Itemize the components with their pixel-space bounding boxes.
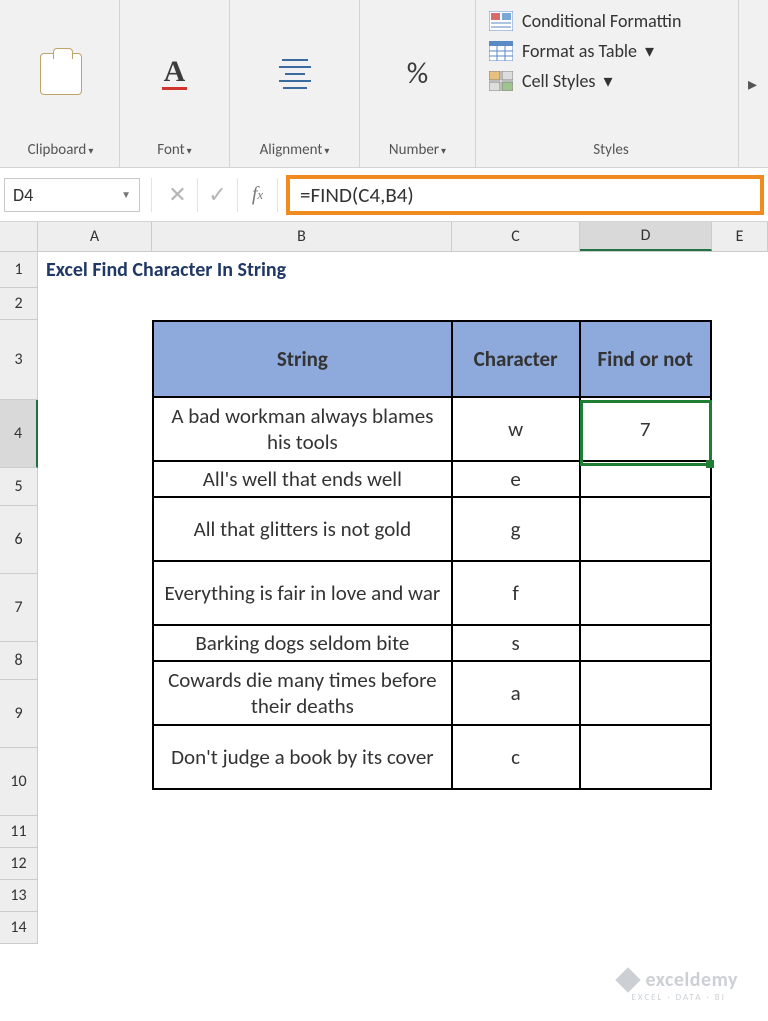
percent-icon: %: [407, 55, 428, 92]
format-as-table-button[interactable]: Format as Table ▾: [488, 40, 681, 62]
column-header-b[interactable]: B: [152, 222, 452, 251]
number-format-button[interactable]: %: [388, 55, 448, 92]
row-header[interactable]: 14: [0, 912, 38, 944]
column-headers: A B C D E: [0, 222, 768, 252]
ribbon-label-font: Font: [157, 141, 184, 159]
cancel-formula-button[interactable]: ✕: [158, 178, 198, 212]
spreadsheet-grid: A B C D E 1 2 3 4 5 6 7 8 9 10 11 12 13 …: [0, 222, 768, 944]
header-character[interactable]: Character: [452, 321, 580, 397]
watermark-sub: EXCEL · DATA · BI: [632, 992, 726, 1003]
ribbon-label-clipboard: Clipboard: [28, 141, 87, 159]
paste-button[interactable]: [31, 53, 91, 95]
cell-string[interactable]: A bad workman always blames his tools: [153, 397, 452, 461]
cell-char[interactable]: w: [452, 397, 580, 461]
format-as-table-icon: [488, 40, 514, 62]
watermark: exceldemy EXCEL · DATA · BI: [619, 968, 738, 1003]
ribbon-label-alignment: Alignment: [260, 141, 323, 159]
conditional-formatting-label: Conditional Formattin: [522, 10, 681, 32]
alignment-button[interactable]: [265, 59, 325, 89]
row-header[interactable]: 11: [0, 816, 38, 848]
cell-string[interactable]: All's well that ends well: [153, 461, 452, 497]
separator: [140, 178, 152, 212]
formula-input-highlight: =FIND(C4,B4): [286, 175, 764, 215]
row-header[interactable]: 7: [0, 574, 38, 642]
cell-char[interactable]: e: [452, 461, 580, 497]
format-as-table-label: Format as Table: [522, 40, 637, 62]
alignment-icon: [279, 59, 311, 89]
data-table: String Character Find or not A bad workm…: [152, 320, 712, 790]
cell-find[interactable]: [580, 461, 711, 497]
sheet-title: Excel Find Character In String: [38, 252, 768, 288]
ribbon-group-styles: Conditional Formattin Format as Table ▾ …: [476, 0, 738, 167]
select-all-corner[interactable]: [0, 222, 38, 251]
cells-area[interactable]: Excel Find Character In String String Ch…: [38, 252, 768, 944]
column-header-c[interactable]: C: [452, 222, 580, 251]
enter-formula-button[interactable]: ✓: [198, 178, 238, 212]
ribbon-group-number: % Number▾: [360, 0, 476, 167]
clipboard-icon: [40, 53, 82, 95]
insert-function-button[interactable]: fx: [238, 178, 278, 212]
ribbon-group-font: A Font▾: [120, 0, 230, 167]
chevron-down-icon[interactable]: ▾: [187, 144, 192, 157]
ribbon-label-number: Number: [389, 141, 439, 159]
cell-find[interactable]: [580, 561, 711, 625]
header-string[interactable]: String: [153, 321, 452, 397]
formula-input[interactable]: =FIND(C4,B4): [300, 182, 414, 208]
cell-char[interactable]: g: [452, 497, 580, 561]
row-headers: 1 2 3 4 5 6 7 8 9 10 11 12 13 14: [0, 252, 38, 944]
ribbon-label-styles: Styles: [488, 139, 734, 163]
row-header[interactable]: 6: [0, 506, 38, 574]
chevron-down-icon[interactable]: ▾: [88, 144, 93, 157]
cell-char[interactable]: c: [452, 725, 580, 789]
font-color-button[interactable]: A: [145, 57, 205, 90]
row-header[interactable]: 8: [0, 642, 38, 680]
ribbon: Clipboard▾ A Font▾ Alignment▾ %: [0, 0, 768, 168]
chevron-down-icon[interactable]: ▾: [324, 144, 329, 157]
ribbon-scroll-right[interactable]: ▸: [738, 0, 766, 167]
row-header[interactable]: 13: [0, 880, 38, 912]
row-header[interactable]: 9: [0, 680, 38, 748]
cell-string[interactable]: Barking dogs seldom bite: [153, 625, 452, 661]
chevron-down-icon: ▾: [645, 40, 654, 62]
cell-find[interactable]: [580, 497, 711, 561]
cell-find[interactable]: [580, 661, 711, 725]
row-header[interactable]: 5: [0, 468, 38, 506]
chevron-down-icon[interactable]: ▾: [441, 144, 446, 157]
logo-icon: [616, 967, 641, 992]
cell-string[interactable]: Don't judge a book by its cover: [153, 725, 452, 789]
cell-styles-label: Cell Styles: [522, 70, 595, 92]
row-header[interactable]: 10: [0, 748, 38, 816]
chevron-down-icon[interactable]: ▼: [121, 188, 131, 201]
cell-char[interactable]: a: [452, 661, 580, 725]
cell-styles-icon: [488, 70, 514, 92]
watermark-brand: exceldemy: [645, 968, 738, 992]
ribbon-group-clipboard: Clipboard▾: [2, 0, 120, 167]
cell-string[interactable]: Cowards die many times before their deat…: [153, 661, 452, 725]
chevron-down-icon: ▾: [603, 70, 612, 92]
font-icon: A: [162, 57, 188, 90]
cell-styles-button[interactable]: Cell Styles ▾: [488, 70, 681, 92]
cell-find[interactable]: 7: [580, 397, 711, 461]
column-header-a[interactable]: A: [38, 222, 152, 251]
row-header[interactable]: 3: [0, 320, 38, 400]
row-header[interactable]: 4: [0, 400, 38, 468]
column-header-d[interactable]: D: [580, 222, 712, 251]
ribbon-group-alignment: Alignment▾: [230, 0, 360, 167]
row-header[interactable]: 1: [0, 252, 38, 288]
header-find[interactable]: Find or not: [580, 321, 711, 397]
row-header[interactable]: 2: [0, 288, 38, 320]
name-box-value: D4: [13, 184, 33, 206]
cell-char[interactable]: f: [452, 561, 580, 625]
cell-find[interactable]: [580, 725, 711, 789]
conditional-formatting-icon: [488, 10, 514, 32]
column-header-e[interactable]: E: [712, 222, 768, 251]
cell-string[interactable]: All that glitters is not gold: [153, 497, 452, 561]
cell-char[interactable]: s: [452, 625, 580, 661]
formula-bar: D4 ▼ ✕ ✓ fx =FIND(C4,B4): [0, 168, 768, 222]
conditional-formatting-button[interactable]: Conditional Formattin: [488, 10, 681, 32]
name-box[interactable]: D4 ▼: [4, 178, 140, 212]
cell-find[interactable]: [580, 625, 711, 661]
row-header[interactable]: 12: [0, 848, 38, 880]
cell-string[interactable]: Everything is fair in love and war: [153, 561, 452, 625]
